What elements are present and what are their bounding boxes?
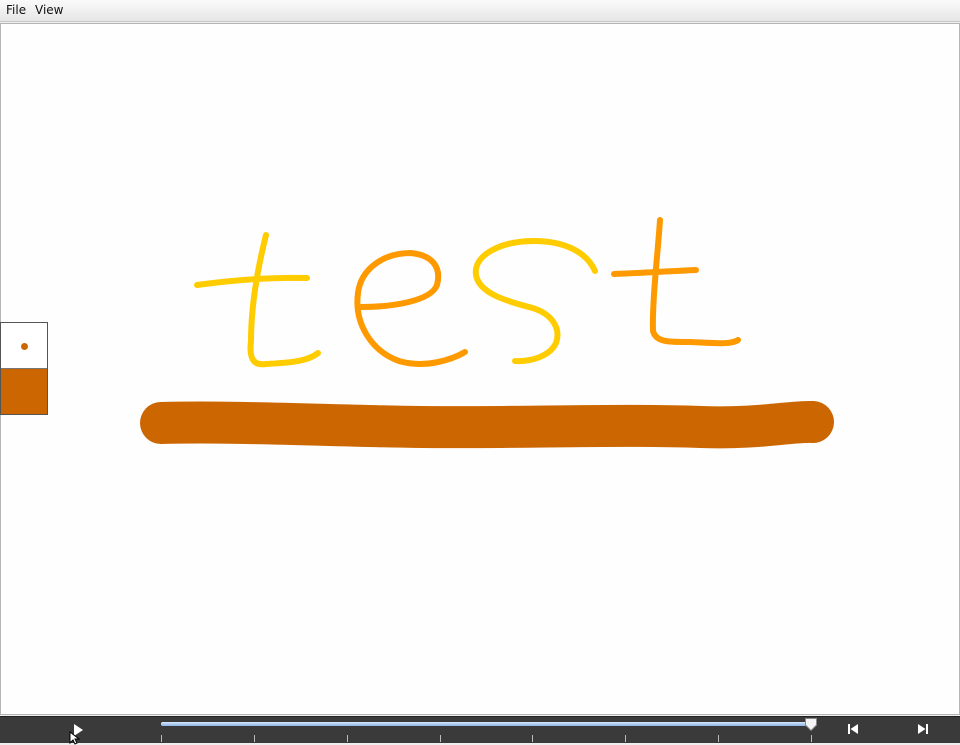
menu-bar: File View: [0, 0, 960, 22]
timeline-tick: [625, 735, 627, 742]
timeline-fill: [161, 722, 811, 726]
menu-view[interactable]: View: [35, 3, 63, 17]
timeline-slider[interactable]: [160, 717, 817, 743]
stroke-t2-stem: [649, 217, 741, 347]
canvas-drawing: [140, 217, 834, 449]
drawing-canvas[interactable]: [0, 23, 960, 715]
timeline-track: [161, 722, 811, 726]
stroke-t1-stem: [247, 232, 321, 368]
brush-dot: [21, 343, 28, 350]
menu-file[interactable]: File: [6, 3, 26, 17]
stroke-underline: [140, 400, 834, 449]
timeline-tick: [811, 735, 812, 742]
timeline-tick: [439, 735, 441, 742]
timeline-tick: [346, 735, 348, 742]
stroke-t1-cross: [194, 274, 310, 288]
timeline-tick: [532, 735, 534, 742]
timeline-tick: [161, 735, 162, 742]
timeline-tick: [253, 735, 255, 742]
tool-panel: [0, 322, 48, 415]
brush-size-preview[interactable]: [1, 323, 47, 369]
timeline-thumb[interactable]: [805, 718, 817, 731]
timeline-tick: [718, 735, 720, 742]
stroke-s: [472, 238, 598, 365]
stroke-e: [354, 250, 468, 367]
skip-back-icon[interactable]: [846, 722, 860, 736]
playback-bar: [0, 716, 960, 743]
skip-forward-icon[interactable]: [916, 722, 930, 736]
color-swatch[interactable]: [1, 369, 47, 414]
